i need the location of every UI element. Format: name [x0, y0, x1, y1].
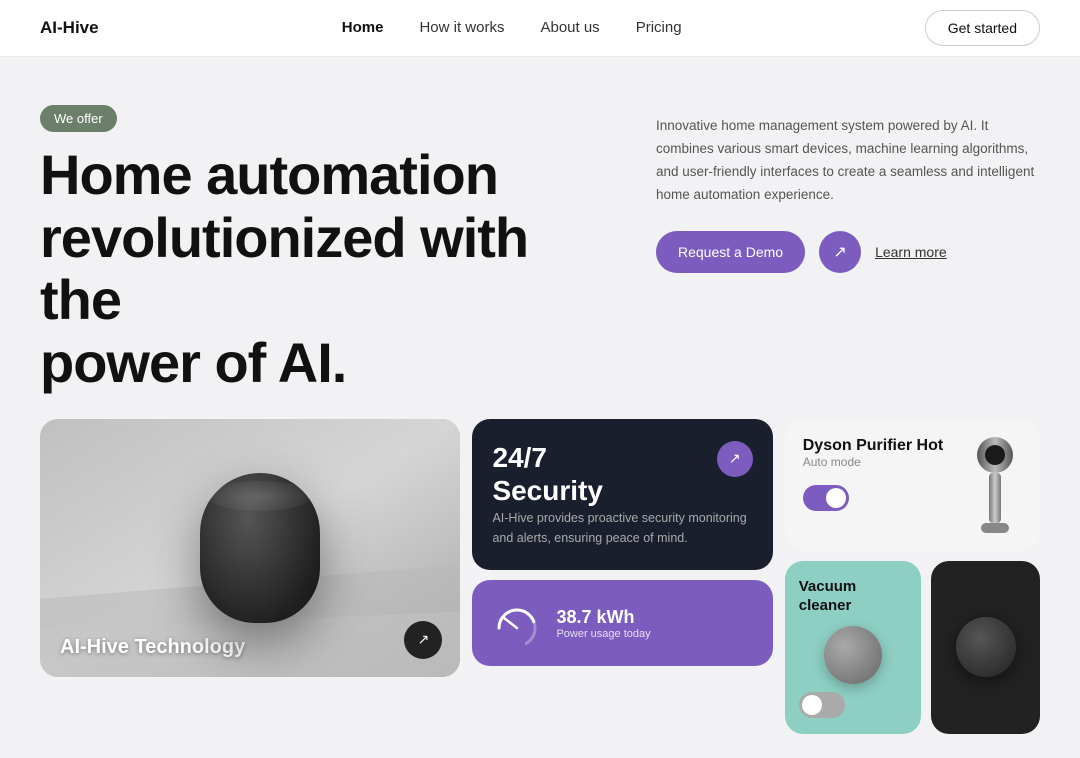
small-speaker-card: [931, 561, 1040, 734]
homepod-device: [200, 473, 320, 623]
we-offer-badge: We offer: [40, 105, 117, 132]
security-card: 24/7 Security ↗ AI-Hive provides proacti…: [472, 419, 772, 570]
bottom-row: Vacuum cleaner: [785, 561, 1040, 734]
nav-how-it-works[interactable]: How it works: [419, 19, 504, 36]
power-label: Power usage today: [556, 628, 650, 640]
security-description: AI-Hive provides proactive security moni…: [492, 508, 752, 548]
power-value: 38.7 kWh: [556, 607, 650, 628]
right-column: Dyson Purifier Hot Auto mode: [785, 419, 1040, 734]
nav-home[interactable]: Home: [342, 19, 384, 36]
request-demo-button[interactable]: Request a Demo: [656, 231, 805, 273]
cards-section: AI-Hive Technology ↗ 24/7 Security ↗ AI-…: [0, 395, 1080, 758]
vacuum-toggle[interactable]: [799, 692, 845, 718]
navbar: AI-Hive Home How it works About us Prici…: [0, 0, 1080, 57]
power-info: 38.7 kWh Power usage today: [556, 607, 650, 640]
dyson-info: Dyson Purifier Hot Auto mode: [803, 437, 955, 511]
nav-about-us[interactable]: About us: [540, 19, 599, 36]
vacuum-icon: [824, 626, 882, 684]
power-gauge-icon: [492, 598, 542, 648]
hero-section: We offer Home automation revolutionized …: [0, 57, 1080, 395]
hero-title: Home automation revolutionized with the …: [40, 144, 616, 395]
vacuum-card: Vacuum cleaner: [785, 561, 922, 734]
nav-pricing[interactable]: Pricing: [636, 19, 682, 36]
dyson-purifier-icon: [973, 437, 1017, 537]
hero-right: Innovative home management system powere…: [656, 105, 1040, 395]
device-card: AI-Hive Technology ↗: [40, 419, 460, 677]
hero-actions: Request a Demo ↗ Learn more: [656, 231, 1040, 273]
vacuum-image-area: [799, 626, 908, 684]
nav-links: Home How it works About us Pricing: [342, 19, 682, 37]
security-title: 24/7 Security: [492, 441, 603, 508]
security-arrow-button[interactable]: ↗: [717, 441, 753, 477]
hero-description: Innovative home management system powere…: [656, 115, 1040, 207]
security-card-top: 24/7 Security ↗: [492, 441, 752, 508]
mid-column: 24/7 Security ↗ AI-Hive provides proacti…: [472, 419, 772, 666]
dyson-card: Dyson Purifier Hot Auto mode: [785, 419, 1040, 551]
speaker-container: [40, 419, 460, 677]
dyson-toggle[interactable]: [803, 485, 849, 511]
dyson-image: [967, 437, 1022, 537]
learn-more-button[interactable]: Learn more: [875, 244, 947, 260]
logo: AI-Hive: [40, 18, 99, 38]
small-speaker-icon: [956, 617, 1016, 677]
power-card: 38.7 kWh Power usage today: [472, 580, 772, 666]
hero-left: We offer Home automation revolutionized …: [40, 105, 616, 395]
dyson-name: Dyson Purifier Hot: [803, 437, 955, 455]
vacuum-name: Vacuum cleaner: [799, 577, 908, 616]
get-started-button[interactable]: Get started: [925, 10, 1040, 46]
device-card-bg: [40, 419, 460, 677]
dyson-mode: Auto mode: [803, 455, 955, 469]
demo-arrow-button[interactable]: ↗: [819, 231, 861, 273]
